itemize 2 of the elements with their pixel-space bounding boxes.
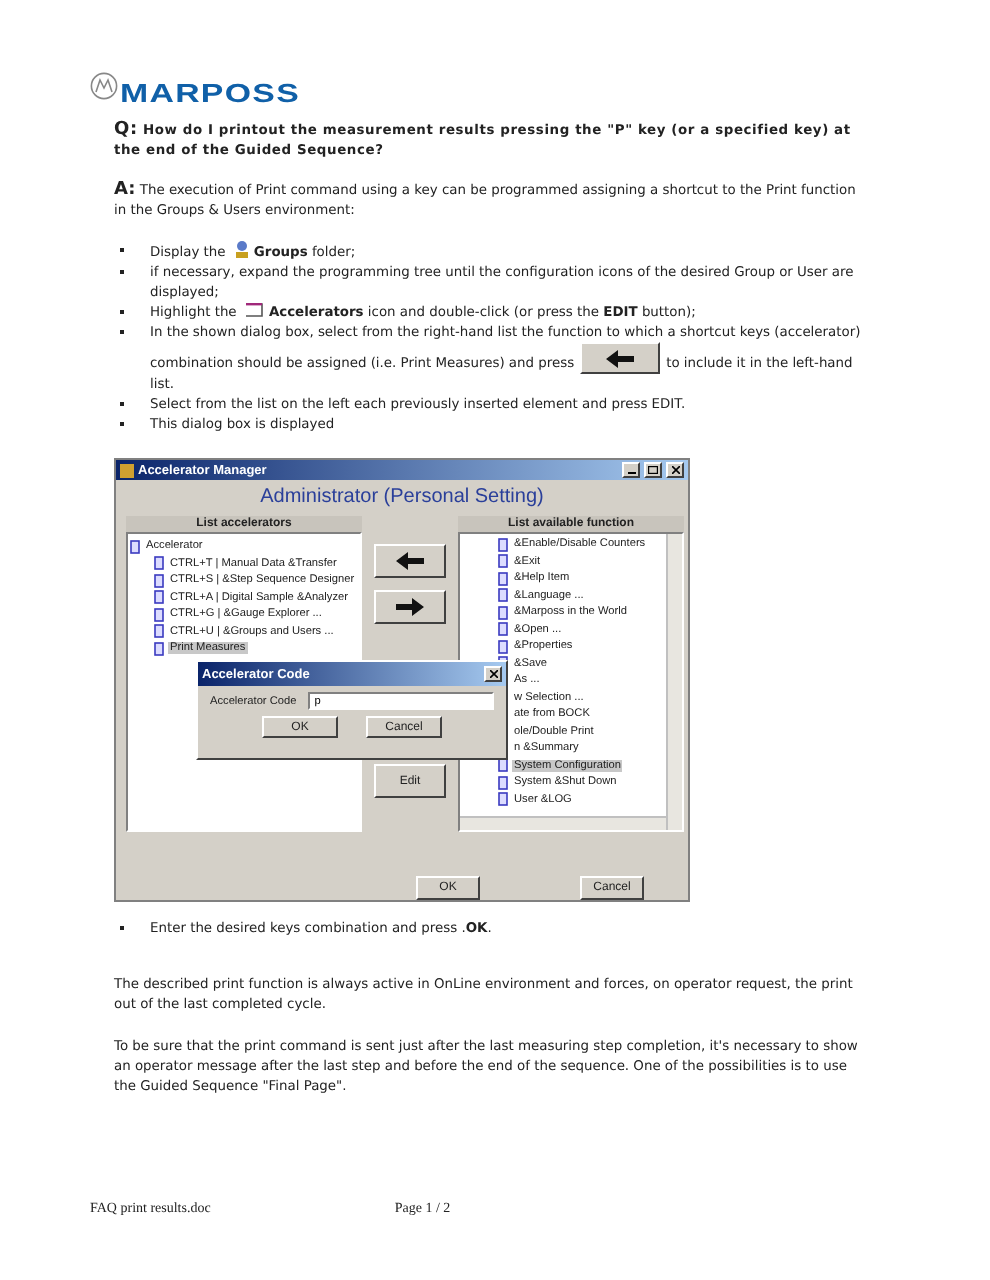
logo-wordmark: MARPOSS [120, 77, 300, 107]
dialog-header: Administrator (Personal Setting) [258, 484, 546, 512]
